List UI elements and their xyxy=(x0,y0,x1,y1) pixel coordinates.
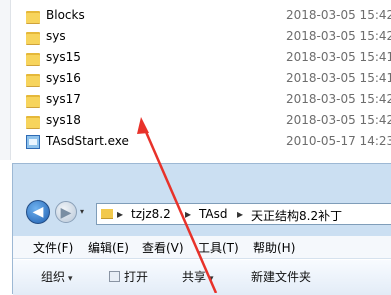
folder-icon xyxy=(26,51,40,66)
breadcrumb-tasd[interactable]: TAsd xyxy=(199,207,227,221)
file-date: 2018-03-05 15:42 xyxy=(286,92,391,106)
file-date: 2018-03-05 15:42 xyxy=(286,29,391,43)
menu-help[interactable]: 帮助(H) xyxy=(253,239,295,256)
file-row-sys[interactable]: sys 2018-03-05 15:42 xyxy=(24,27,391,48)
open-icon xyxy=(109,271,120,282)
open-button[interactable]: 打开 xyxy=(109,268,148,285)
folder-icon xyxy=(26,93,40,108)
file-row-sys18[interactable]: sys18 2018-03-05 15:42 xyxy=(24,111,391,132)
file-name: TAsdStart.exe xyxy=(46,134,129,148)
folder-icon xyxy=(26,9,40,24)
menu-view[interactable]: 查看(V) xyxy=(142,239,184,256)
file-date: 2018-03-05 15:42 xyxy=(286,113,391,127)
menu-edit[interactable]: 编辑(E) xyxy=(88,239,129,256)
organize-label: 组织 xyxy=(41,270,66,284)
file-name: sys18 xyxy=(46,113,81,127)
file-name: sys xyxy=(46,29,66,43)
organize-button[interactable]: 组织 ▾ xyxy=(41,268,73,285)
new-folder-label: 新建文件夹 xyxy=(251,270,312,284)
new-folder-button[interactable]: 新建文件夹 xyxy=(251,268,311,285)
folder-icon xyxy=(26,114,40,129)
file-row-sys16[interactable]: sys16 2018-03-05 15:41 xyxy=(24,69,391,90)
history-dropdown-icon[interactable]: ▾ xyxy=(80,207,84,216)
chevron-down-icon: ▾ xyxy=(68,274,73,284)
navigation-pane-edge xyxy=(0,0,11,160)
breadcrumb-separator-icon[interactable]: ▸ xyxy=(237,207,243,221)
share-label: 共享 xyxy=(182,270,207,284)
menu-tools[interactable]: 工具(T) xyxy=(198,239,239,256)
forward-arrow-icon: ▶ xyxy=(60,205,72,221)
command-bar: 组织 ▾ 打开 共享 ▾ 新建文件夹 xyxy=(13,259,391,295)
menu-bar: 文件(F) 编辑(E) 查看(V) 工具(T) 帮助(H) xyxy=(13,236,391,259)
open-label: 打开 xyxy=(124,270,149,284)
file-row-tasdstart-exe[interactable]: TAsdStart.exe 2010-05-17 14:23 xyxy=(24,132,391,153)
folder-icon xyxy=(101,209,113,219)
file-name: sys15 xyxy=(46,50,81,64)
folder-icon xyxy=(26,30,40,45)
breadcrumb-separator-icon[interactable]: ▸ xyxy=(117,207,123,221)
menu-file[interactable]: 文件(F) xyxy=(33,239,73,256)
back-button[interactable]: ◀ xyxy=(26,200,50,224)
file-name: sys16 xyxy=(46,71,81,85)
back-arrow-icon: ◀ xyxy=(32,204,44,220)
file-row-sys17[interactable]: sys17 2018-03-05 15:42 xyxy=(24,90,391,111)
file-date: 2018-03-05 15:41 xyxy=(286,71,391,85)
file-date: 2010-05-17 14:23 xyxy=(286,134,391,148)
breadcrumb-tzjz82[interactable]: tzjz8.2 xyxy=(131,207,171,221)
breadcrumb-separator-icon[interactable]: ▸ xyxy=(185,207,191,221)
file-name: Blocks xyxy=(46,8,85,22)
file-date: 2018-03-05 15:41 xyxy=(286,50,391,64)
breadcrumb-current-folder[interactable]: 天正结构8.2补丁 xyxy=(251,207,342,224)
share-button[interactable]: 共享 ▾ xyxy=(182,268,214,285)
file-date: 2018-03-05 15:42 xyxy=(286,8,391,22)
file-row-sys15[interactable]: sys15 2018-03-05 15:41 xyxy=(24,48,391,69)
exe-file-icon xyxy=(26,135,40,149)
forward-button[interactable]: ▶ xyxy=(55,201,77,223)
file-name: sys17 xyxy=(46,92,81,106)
address-bar[interactable]: ▸ tzjz8.2 ▸ TAsd ▸ 天正结构8.2补丁 xyxy=(96,203,391,225)
folder-icon xyxy=(26,72,40,87)
explorer-window: ◀ ▶ ▾ ▸ tzjz8.2 ▸ TAsd ▸ 天正结构8.2补丁 文件(F)… xyxy=(12,163,391,295)
chevron-down-icon: ▾ xyxy=(209,274,214,284)
file-row-blocks[interactable]: Blocks 2018-03-05 15:42 xyxy=(24,6,391,27)
file-list: Blocks 2018-03-05 15:42 sys 2018-03-05 1… xyxy=(0,0,391,160)
